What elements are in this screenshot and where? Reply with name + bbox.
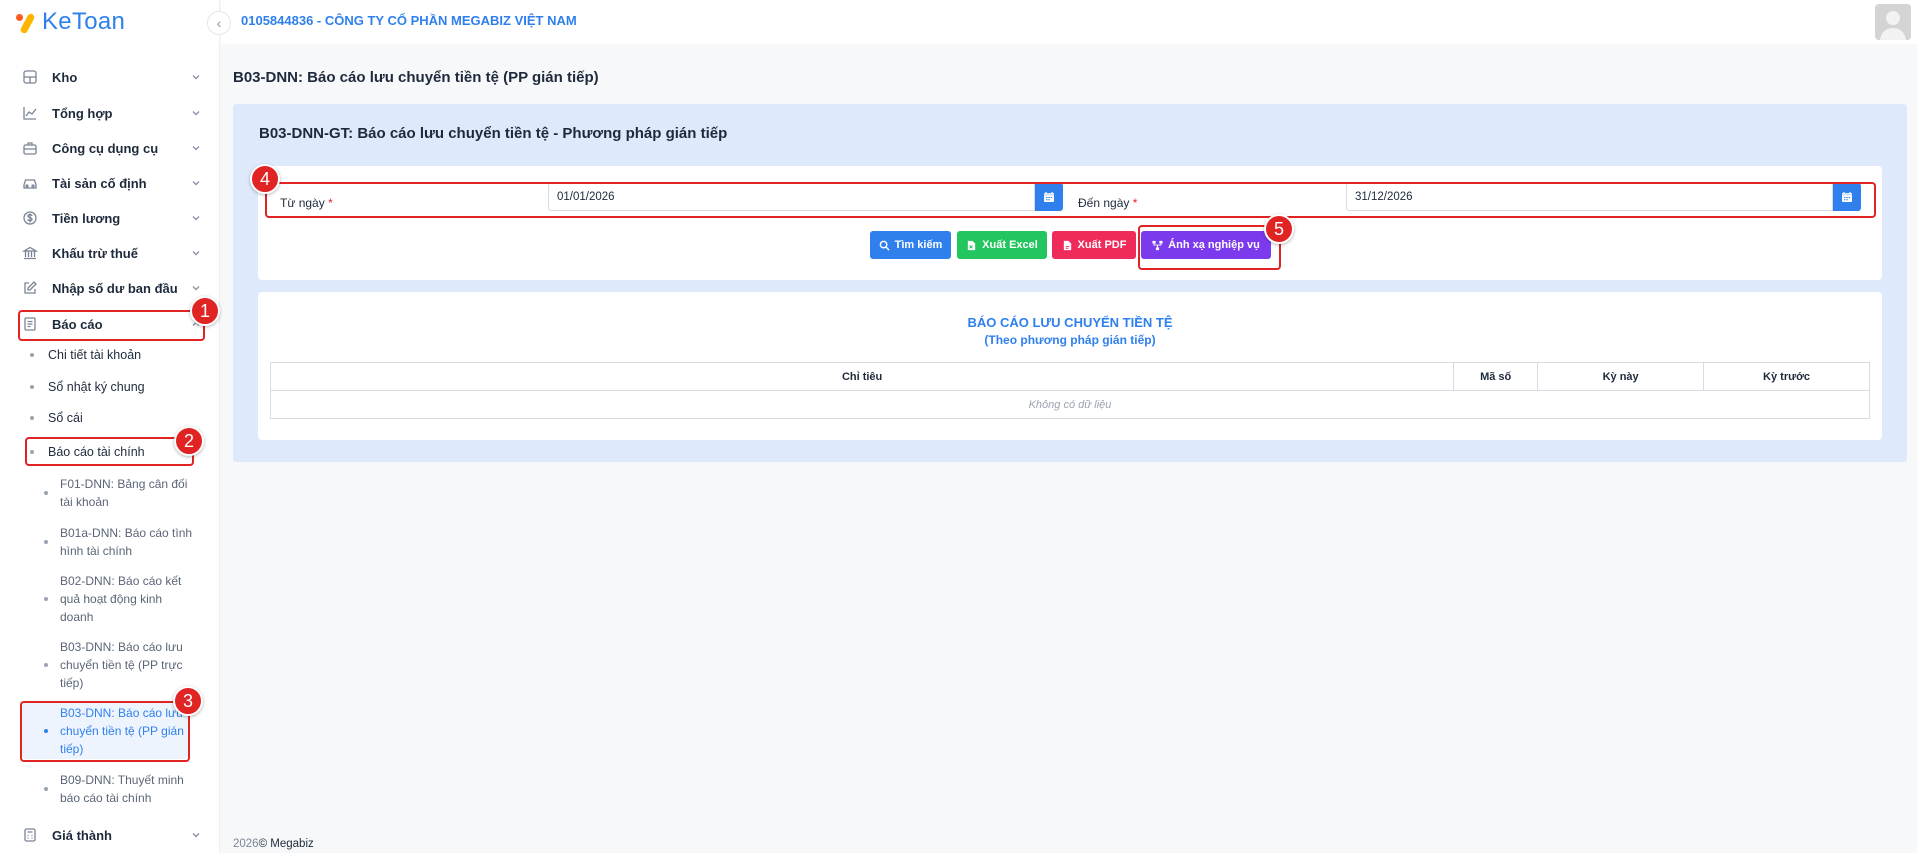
submenu-b03-dnn-gian-tiep[interactable]: B03-DNN: Báo cáo lưu chuyển tiền tệ (PP … xyxy=(44,704,194,758)
chevron-left-icon: ‹ xyxy=(216,15,222,31)
search-button[interactable]: Tìm kiếm xyxy=(870,231,951,259)
report-subtitle: (Theo phương pháp gián tiếp) xyxy=(984,333,1156,347)
from-date-input[interactable]: 01/01/2026 xyxy=(548,183,1035,211)
submenu-so-nhat-ky-chung[interactable]: Sổ nhật ký chung xyxy=(30,379,200,395)
dollar-icon xyxy=(22,210,38,226)
bank-icon xyxy=(22,245,38,261)
menu-item-kho[interactable]: Kho xyxy=(14,62,204,92)
chevron-down-icon xyxy=(190,282,202,294)
report-icon xyxy=(22,316,38,332)
menu-item-nhap-so-du[interactable]: Nhập số dư ban đầu xyxy=(14,273,204,303)
chevron-down-icon xyxy=(190,177,202,189)
menu-item-tai-san-co-dinh[interactable]: Tài sản cố định xyxy=(14,168,204,198)
search-icon xyxy=(879,240,890,251)
mapping-button[interactable]: Ánh xạ nghiệp vụ xyxy=(1141,231,1271,259)
report-title: BÁO CÁO LƯU CHUYỂN TIỀN TỆ xyxy=(967,315,1173,330)
from-date-label: Từ ngày * xyxy=(280,196,333,210)
menu-item-tien-luong[interactable]: Tiền lương xyxy=(14,203,204,233)
report-card: B03-DNN-GT: Báo cáo lưu chuyển tiền tệ -… xyxy=(233,104,1907,462)
annotation-badge-5: 5 xyxy=(1264,214,1294,244)
annotation-badge-1: 1 xyxy=(190,296,220,326)
from-date-picker-button[interactable] xyxy=(1035,183,1063,211)
submenu-b01a-dnn[interactable]: B01a-DNN: Báo cáo tình hình tài chính xyxy=(44,524,194,560)
menu-item-bao-cao[interactable]: Báo cáo xyxy=(14,309,204,339)
chevron-down-icon xyxy=(190,71,202,83)
sidebar-collapse-button[interactable]: ‹ xyxy=(207,11,231,35)
logo-text: KeToan xyxy=(42,8,126,35)
column-header-chi-tieu: Chỉ tiêu xyxy=(269,362,1455,391)
calculator-icon xyxy=(22,827,38,843)
column-header-ky-nay: Kỳ này xyxy=(1537,362,1705,391)
menu-item-tong-hop[interactable]: Tổng hợp xyxy=(14,98,204,128)
annotation-badge-4: 4 xyxy=(250,164,280,194)
menu-item-gia-thanh[interactable]: Giá thành xyxy=(14,820,204,850)
page-title: B03-DNN: Báo cáo lưu chuyển tiền tệ (PP … xyxy=(233,69,599,86)
avatar[interactable] xyxy=(1875,4,1911,40)
to-date-picker-button[interactable] xyxy=(1833,183,1861,211)
toolbox-icon xyxy=(22,140,38,156)
column-header-ky-truoc: Kỳ trước xyxy=(1703,362,1870,391)
card-title: B03-DNN-GT: Báo cáo lưu chuyển tiền tệ -… xyxy=(259,125,728,142)
export-excel-button[interactable]: Xuất Excel xyxy=(957,231,1047,259)
table-row: Không có dữ liệu xyxy=(270,390,1870,419)
top-bar: 0105844836 - CÔNG TY CỔ PHẦN MEGABIZ VIỆ… xyxy=(221,0,1917,44)
annotation-badge-2: 2 xyxy=(174,426,204,456)
company-name: 0105844836 - CÔNG TY CỔ PHẦN MEGABIZ VIỆ… xyxy=(241,13,577,28)
user-icon xyxy=(1875,4,1911,40)
empty-state-text: Không có dữ liệu xyxy=(270,390,1870,419)
chart-line-icon xyxy=(22,105,38,121)
chevron-down-icon xyxy=(190,829,202,841)
calendar-icon xyxy=(1044,192,1054,202)
chevron-down-icon xyxy=(190,247,202,259)
chevron-down-icon xyxy=(190,212,202,224)
edit-icon xyxy=(22,280,38,296)
menu-item-cong-cu-dung-cu[interactable]: Công cụ dụng cụ xyxy=(14,133,204,163)
submenu-b03-dnn-truc-tiep[interactable]: B03-DNN: Báo cáo lưu chuyển tiền tệ (PP … xyxy=(44,638,194,692)
chevron-down-icon xyxy=(190,142,202,154)
to-date-input[interactable]: 31/12/2026 xyxy=(1346,183,1833,211)
submenu-b02-dnn[interactable]: B02-DNN: Báo cáo kết quả hoạt động kinh … xyxy=(44,572,194,626)
chevron-down-icon xyxy=(190,107,202,119)
submenu-f01-dnn[interactable]: F01-DNN: Bảng cân đối tài khoản xyxy=(44,475,194,511)
file-excel-icon xyxy=(968,240,976,250)
report-table: Chỉ tiêu Mã số Kỳ này Kỳ trước Không có … xyxy=(269,362,1870,419)
submenu-chi-tiet-tai-khoan[interactable]: Chi tiết tài khoản xyxy=(30,347,200,363)
to-date-label: Đến ngày * xyxy=(1078,196,1138,210)
menu-item-khau-tru-thue[interactable]: Khấu trừ thuế xyxy=(14,238,204,268)
warehouse-icon xyxy=(22,69,38,85)
logo-icon xyxy=(14,10,36,35)
calendar-icon xyxy=(1842,192,1852,202)
submenu-so-cai[interactable]: Sổ cái xyxy=(30,410,200,426)
footer: 2026© Megabiz xyxy=(233,838,314,850)
submenu-b09-dnn[interactable]: B09-DNN: Thuyết minh báo cáo tài chính xyxy=(44,771,194,807)
annotation-badge-3: 3 xyxy=(173,686,203,716)
report-panel: BÁO CÁO LƯU CHUYỂN TIỀN TỆ (Theo phương … xyxy=(258,292,1882,440)
column-header-ma-so: Mã số xyxy=(1453,362,1539,391)
app-logo[interactable]: KeToan xyxy=(14,8,125,36)
filter-panel: Từ ngày * 01/01/2026 Đến ngày * 31/12/20… xyxy=(258,166,1882,280)
sitemap-icon xyxy=(1152,240,1163,250)
export-pdf-button[interactable]: Xuất PDF xyxy=(1052,231,1136,259)
car-icon xyxy=(22,175,38,191)
file-pdf-icon xyxy=(1063,240,1071,250)
